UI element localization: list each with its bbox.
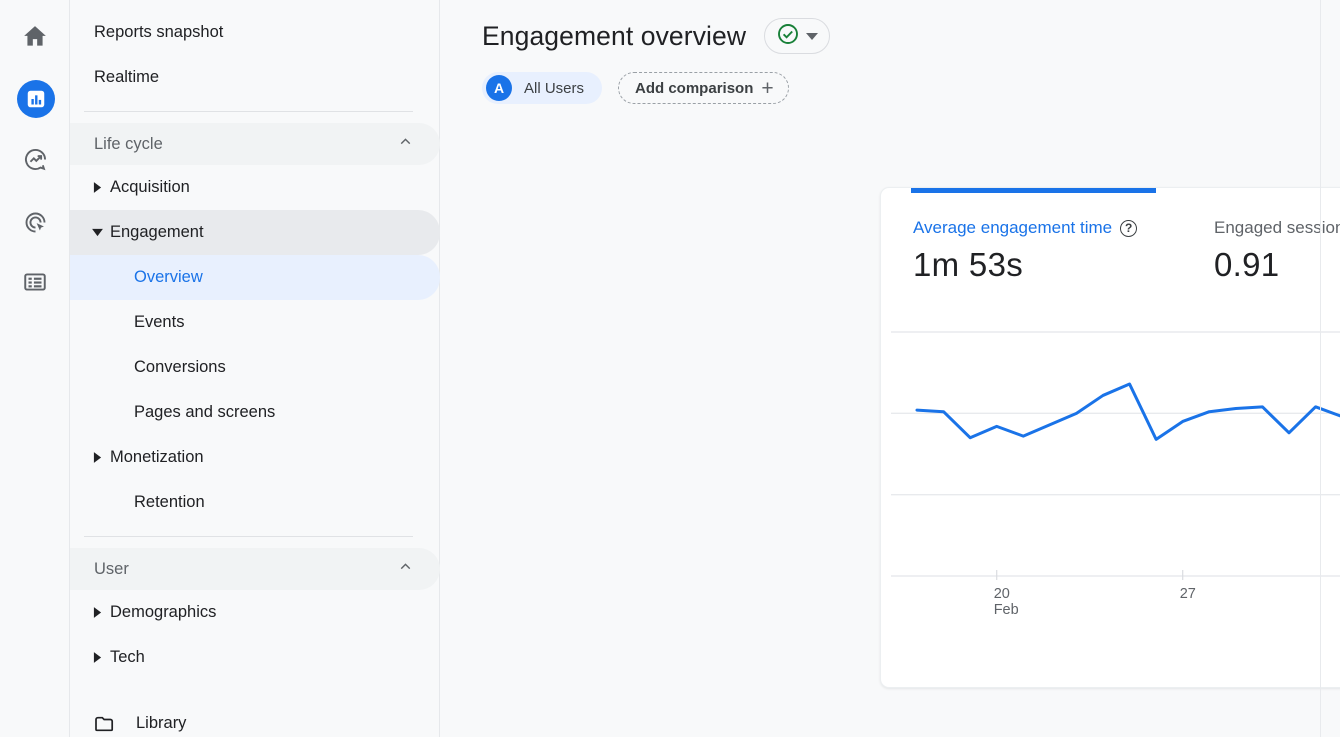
content-right-divider [1320, 0, 1321, 737]
x-axis-tick-label: 20Feb [994, 586, 1019, 618]
reports-nav-panel: Reports snapshot Realtime Life cycle Acq… [70, 0, 440, 737]
metric-tabs: Average engagement time ? 1m 53s Engaged… [881, 188, 1340, 284]
sidebar-item-retention[interactable]: Retention [70, 480, 440, 525]
chevron-right-icon [84, 165, 110, 210]
sidebar-item-label: Demographics [110, 603, 216, 622]
sidebar-item-label: Retention [134, 493, 205, 512]
nav-section-label: User [94, 560, 129, 579]
nav-section-user[interactable]: User [70, 548, 440, 590]
x-axis-tick-label: 27 [1180, 586, 1196, 602]
explore-icon[interactable] [18, 142, 52, 176]
sidebar-item-conversions[interactable]: Conversions [70, 345, 440, 390]
sidebar-item-label: Engagement [110, 223, 204, 242]
sidebar-item-events[interactable]: Events [70, 300, 440, 345]
chevron-up-icon [397, 558, 414, 580]
chart-canvas [881, 330, 1340, 630]
chevron-right-icon [84, 590, 110, 635]
metric-value: 1m 53s [913, 246, 1186, 284]
sidebar-item-label: Tech [110, 648, 145, 667]
nav-section-label: Life cycle [94, 135, 163, 154]
sidebar-item-reports-snapshot[interactable]: Reports snapshot [70, 10, 440, 55]
chevron-right-icon [84, 635, 110, 680]
sidebar-item-library[interactable]: Library [70, 701, 440, 737]
plus-icon: + [761, 78, 773, 99]
sidebar-item-label: Overview [134, 268, 203, 287]
home-icon[interactable] [18, 20, 52, 54]
sidebar-item-demographics[interactable]: Demographics [70, 590, 440, 635]
add-comparison-button[interactable]: Add comparison + [618, 72, 789, 104]
advertising-target-icon[interactable] [18, 205, 52, 239]
segment-label: All Users [524, 80, 584, 97]
help-circle-icon[interactable]: ? [1120, 220, 1137, 237]
add-comparison-label: Add comparison [635, 80, 753, 97]
check-circle-icon [776, 22, 800, 51]
segment-chip-all-users[interactable]: A All Users [482, 72, 602, 104]
status-badge[interactable] [764, 18, 830, 54]
sidebar-item-overview[interactable]: Overview [70, 255, 440, 300]
sidebar-item-label: Events [134, 313, 184, 332]
metric-label: Engaged sessions per user [1214, 218, 1340, 238]
metric-tab-engaged-sessions-per-user[interactable]: Engaged sessions per user ? 0.91 [1186, 218, 1340, 284]
sidebar-item-label: Pages and screens [134, 403, 275, 422]
chevron-up-icon [397, 133, 414, 155]
page-title: Engagement overview [482, 21, 746, 52]
icon-rail [0, 0, 70, 737]
sidebar-item-label: Monetization [110, 448, 204, 467]
sidebar-item-label: Acquisition [110, 178, 190, 197]
folder-icon [94, 715, 116, 733]
sidebar-item-label: Library [136, 714, 186, 733]
active-tab-indicator [911, 188, 1156, 193]
comparison-bar: A All Users Add comparison + [482, 72, 1340, 104]
list-icon[interactable] [18, 265, 52, 299]
reports-bar-chart-icon[interactable] [17, 80, 55, 118]
sidebar-item-acquisition[interactable]: Acquisition [70, 165, 440, 210]
sidebar-item-realtime[interactable]: Realtime [70, 55, 440, 100]
nav-divider-1 [84, 111, 413, 112]
nav-divider-2 [84, 536, 413, 537]
engagement-overview-card: Average engagement time ? 1m 53s Engaged… [880, 187, 1340, 688]
app-root: Reports snapshot Realtime Life cycle Acq… [0, 0, 1340, 737]
metric-value: 0.91 [1214, 246, 1340, 284]
sidebar-item-label: Realtime [94, 68, 159, 87]
sidebar-item-tech[interactable]: Tech [70, 635, 440, 680]
metric-tab-average-engagement-time[interactable]: Average engagement time ? 1m 53s [881, 218, 1186, 284]
sidebar-item-label: Conversions [134, 358, 226, 377]
nav-section-life-cycle[interactable]: Life cycle [70, 123, 440, 165]
main-content: Engagement overview A All Users Add comp… [440, 0, 1340, 737]
triangle-down-icon [806, 33, 818, 40]
page-header: Engagement overview A All Users Add comp… [440, 0, 1340, 104]
engagement-line-chart[interactable]: 2m 30s1m 40s0m 50s0m 00s 20Feb2706Mar13 [881, 330, 1340, 630]
sidebar-item-pages-and-screens[interactable]: Pages and screens [70, 390, 440, 435]
avatar: A [486, 75, 512, 101]
sidebar-item-monetization[interactable]: Monetization [70, 435, 440, 480]
sidebar-item-label: Reports snapshot [94, 23, 223, 42]
chevron-down-icon [84, 210, 110, 255]
sidebar-item-engagement[interactable]: Engagement [70, 210, 440, 255]
chevron-right-icon [84, 435, 110, 480]
metric-label: Average engagement time [913, 218, 1112, 238]
